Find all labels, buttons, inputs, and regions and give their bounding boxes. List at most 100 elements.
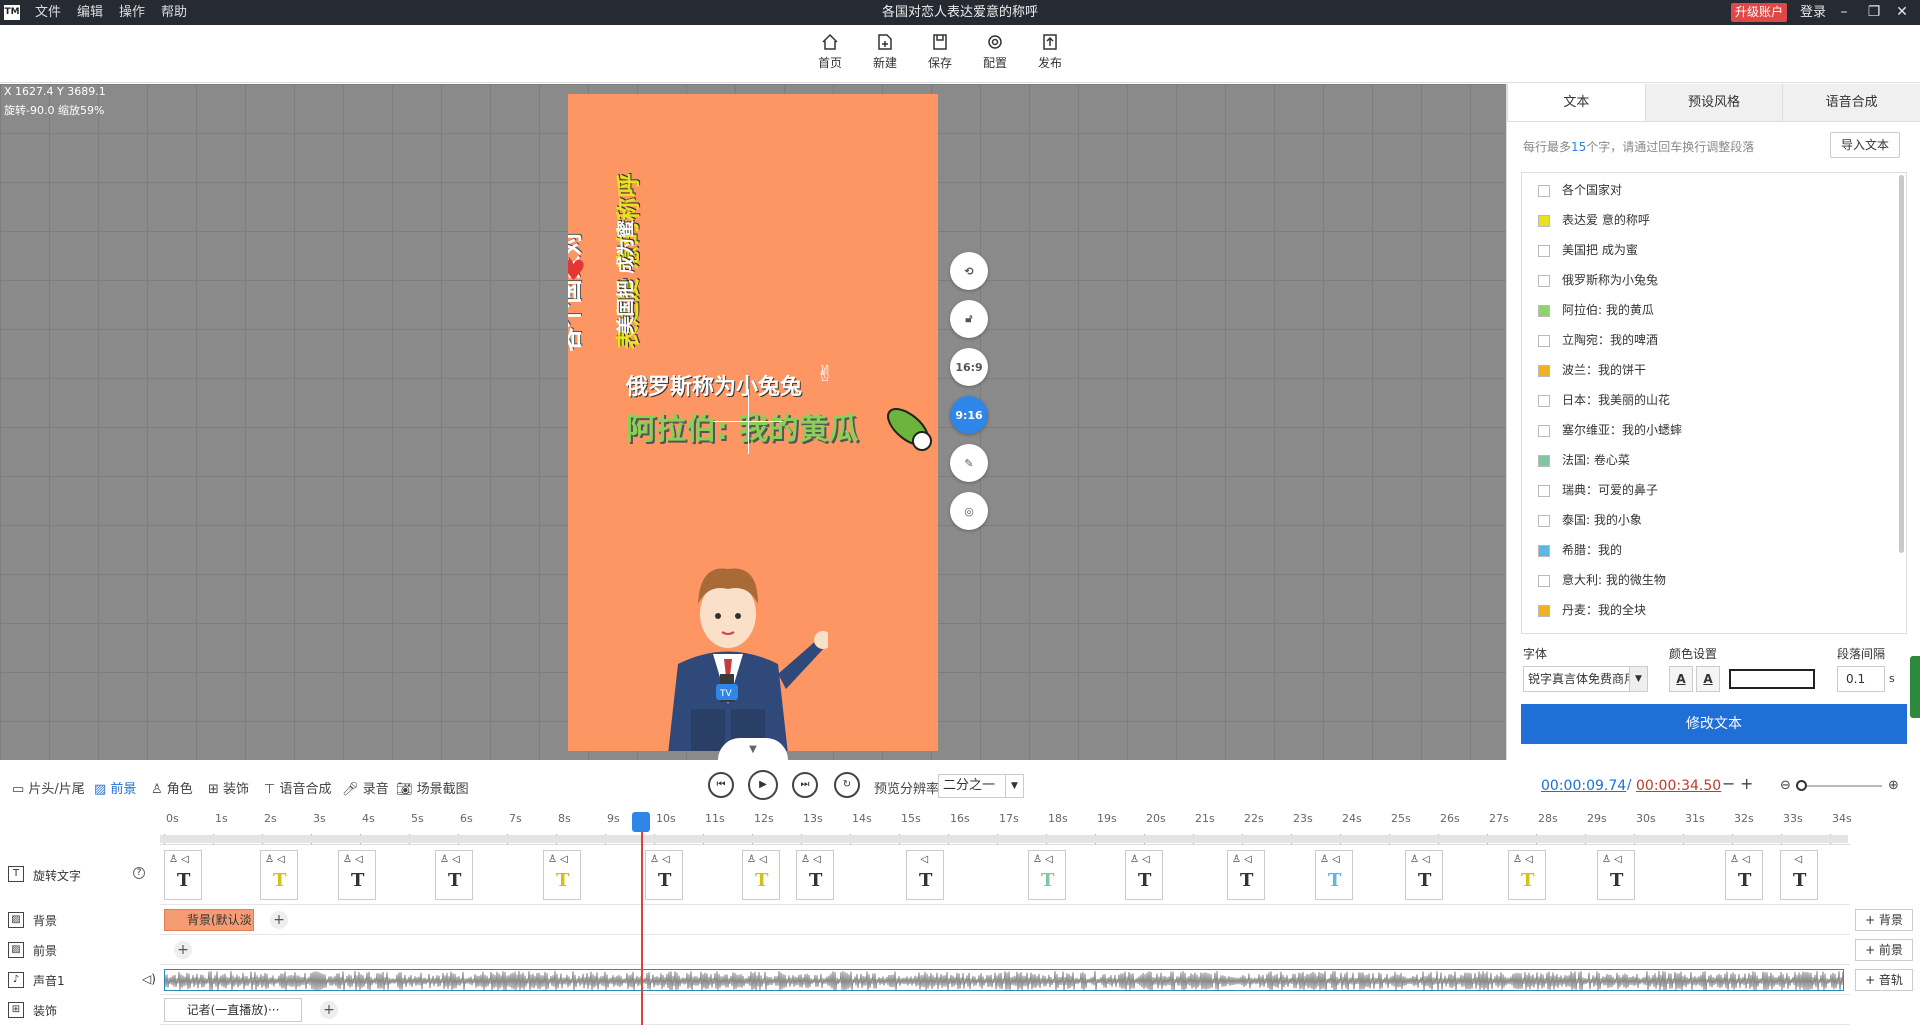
publish-button[interactable]: 发布: [1030, 33, 1070, 71]
tab-recording[interactable]: 🎤︎ 录音: [342, 778, 389, 797]
list-item[interactable]: 表达爱 意的称呼: [1522, 209, 1892, 231]
timeline-range[interactable]: [160, 835, 1848, 843]
volume-icon[interactable]: ◁): [142, 972, 156, 986]
list-item[interactable]: 立陶宛：我的啤酒: [1522, 329, 1892, 351]
replay-button[interactable]: ↻: [834, 772, 860, 798]
add-background-plus[interactable]: +: [270, 911, 288, 929]
color-checkbox[interactable]: [1538, 575, 1550, 587]
color-checkbox[interactable]: [1538, 515, 1550, 527]
list-item[interactable]: 希腊：我的: [1522, 539, 1892, 561]
lock-button[interactable]: 🔓︎: [950, 300, 988, 338]
list-item[interactable]: 波兰：我的饼干: [1522, 359, 1892, 381]
tab-preset-style[interactable]: 预设风格: [1644, 84, 1783, 121]
background-track[interactable]: 背景(默认淡 +: [160, 905, 1850, 935]
list-item[interactable]: 法国: 卷心菜: [1522, 449, 1892, 471]
color-checkbox[interactable]: [1538, 185, 1550, 197]
text-line-list[interactable]: 各个国家对 表达爱 意的称呼 美国把 成为蜜 俄罗斯称为小兔兔 阿拉伯: 我的黄…: [1521, 172, 1907, 634]
prev-frame-button[interactable]: ⏮: [708, 772, 734, 798]
config-button[interactable]: 配置: [975, 33, 1015, 71]
video-frame[interactable]: 各个国家对 表达爱 意的称呼 美国把 成为蜜 ♥ 俄罗斯称为小兔兔 ✌ 阿拉伯:…: [568, 94, 938, 751]
spacing-stepper[interactable]: 0.1: [1837, 666, 1885, 692]
text-clip[interactable]: ♙ ◁ T: [338, 850, 376, 900]
menu-edit[interactable]: 编辑: [77, 0, 103, 25]
menu-operate[interactable]: 操作: [119, 0, 145, 25]
text-track[interactable]: ♙ ◁ T ♙ ◁ T ♙ ◁ T ♙ ◁ T ♙ ◁ T ♙ ◁ T ♙ ◁ T ♙ ◁ T …: [160, 845, 1850, 905]
tab-voice[interactable]: ⊤ 语音合成: [264, 778, 331, 797]
text-clip[interactable]: ♙ ◁ T: [1597, 850, 1635, 900]
color-swatch[interactable]: [1729, 669, 1815, 689]
modify-text-button[interactable]: 修改文本: [1521, 704, 1907, 744]
text-clip[interactable]: ◁ T: [1780, 850, 1818, 900]
list-item[interactable]: 瑞典：可爱的鼻子: [1522, 479, 1892, 501]
text-clip[interactable]: ♙ ◁ T: [1508, 850, 1546, 900]
decoration-track[interactable]: 记者(一直播放)··· +: [160, 995, 1850, 1025]
text-clip[interactable]: ♙ ◁ T: [1405, 850, 1443, 900]
color-checkbox[interactable]: [1538, 305, 1550, 317]
audio-track[interactable]: [160, 965, 1850, 995]
preview-resolution-select[interactable]: 二分之一 ▼: [938, 774, 1024, 798]
color-checkbox[interactable]: [1538, 245, 1550, 257]
zoom-handle[interactable]: [1796, 780, 1807, 791]
headline-russia[interactable]: 俄罗斯称为小兔兔: [626, 369, 802, 401]
edit-button[interactable]: ✎: [950, 444, 988, 482]
restore-icon[interactable]: ❐: [1862, 0, 1886, 25]
rotate-button[interactable]: ⟲: [950, 252, 988, 290]
next-frame-button[interactable]: ⏭: [792, 772, 818, 798]
text-clip[interactable]: ♙ ◁ T: [1028, 850, 1066, 900]
audio-waveform[interactable]: [164, 969, 1844, 991]
text-clip[interactable]: ♙ ◁ T: [435, 850, 473, 900]
text-clip[interactable]: ♙ ◁ T: [1725, 850, 1763, 900]
add-decoration-plus[interactable]: +: [320, 1001, 338, 1019]
tab-role[interactable]: ♙ 角色: [151, 778, 193, 797]
upgrade-button[interactable]: 升级账户: [1731, 3, 1788, 22]
zoom-slider[interactable]: [1796, 785, 1882, 787]
tab-intro-outro[interactable]: ▭ 片头/片尾: [12, 778, 85, 797]
text-clip[interactable]: ♙ ◁ T: [796, 850, 834, 900]
save-button[interactable]: 保存: [920, 33, 960, 71]
time-minus[interactable]: −: [1722, 774, 1735, 793]
reporter-character[interactable]: TV: [628, 544, 828, 751]
new-button[interactable]: 新建: [865, 33, 905, 71]
color-checkbox[interactable]: [1538, 605, 1550, 617]
text-clip[interactable]: ◁ T: [906, 850, 944, 900]
tab-text[interactable]: 文本: [1507, 84, 1645, 121]
menu-file[interactable]: 文件: [35, 0, 61, 25]
color-checkbox[interactable]: [1538, 425, 1550, 437]
collapse-toggle[interactable]: ▼: [718, 738, 788, 760]
text-clip[interactable]: ♙ ◁ T: [260, 850, 298, 900]
decoration-clip[interactable]: 记者(一直播放)···: [164, 998, 302, 1022]
add-foreground-button[interactable]: + 前景: [1855, 939, 1913, 961]
target-button[interactable]: ◎: [950, 492, 988, 530]
rotated-text-1[interactable]: 各个国家对: [568, 232, 586, 352]
list-scrollbar[interactable]: [1899, 175, 1904, 553]
menu-help[interactable]: 帮助: [161, 0, 187, 25]
tab-decoration[interactable]: ⊞ 装饰: [208, 778, 249, 797]
add-background-button[interactable]: + 背景: [1855, 909, 1913, 931]
ratio-16-9-button[interactable]: 16:9: [950, 348, 988, 386]
outline-color-button[interactable]: A: [1696, 666, 1720, 692]
play-button[interactable]: ▶: [748, 770, 778, 800]
list-item[interactable]: 泰国: 我的小象: [1522, 509, 1892, 531]
login-button[interactable]: 登录: [1800, 0, 1826, 25]
tab-screenshot[interactable]: 📷︎ 场景截图: [396, 778, 469, 797]
text-clip[interactable]: ♙ ◁ T: [164, 850, 202, 900]
color-checkbox[interactable]: [1538, 455, 1550, 467]
color-checkbox[interactable]: [1538, 395, 1550, 407]
minimize-icon[interactable]: –: [1832, 0, 1856, 25]
headline-arabic[interactable]: 阿拉伯: 我的黄瓜: [626, 404, 858, 448]
zoom-in-icon[interactable]: ⊕: [1888, 778, 1899, 793]
list-item[interactable]: 各个国家对: [1522, 179, 1892, 201]
list-item[interactable]: 阿拉伯: 我的黄瓜: [1522, 299, 1892, 321]
rotated-text-3[interactable]: 美国把 成为蜜: [612, 220, 638, 334]
fill-color-button[interactable]: A: [1669, 666, 1693, 692]
tab-voice-synthesis[interactable]: 语音合成: [1782, 84, 1920, 121]
background-clip[interactable]: 背景(默认淡: [164, 909, 254, 931]
color-checkbox[interactable]: [1538, 275, 1550, 287]
color-checkbox[interactable]: [1538, 215, 1550, 227]
time-plus[interactable]: +: [1740, 774, 1753, 793]
text-clip[interactable]: ♙ ◁ T: [1125, 850, 1163, 900]
zoom-out-icon[interactable]: ⊖: [1780, 778, 1791, 793]
font-select[interactable]: 锐字真言体免费商用 ▼: [1523, 666, 1648, 692]
foreground-track[interactable]: +: [160, 935, 1850, 965]
add-foreground-plus[interactable]: +: [174, 941, 192, 959]
